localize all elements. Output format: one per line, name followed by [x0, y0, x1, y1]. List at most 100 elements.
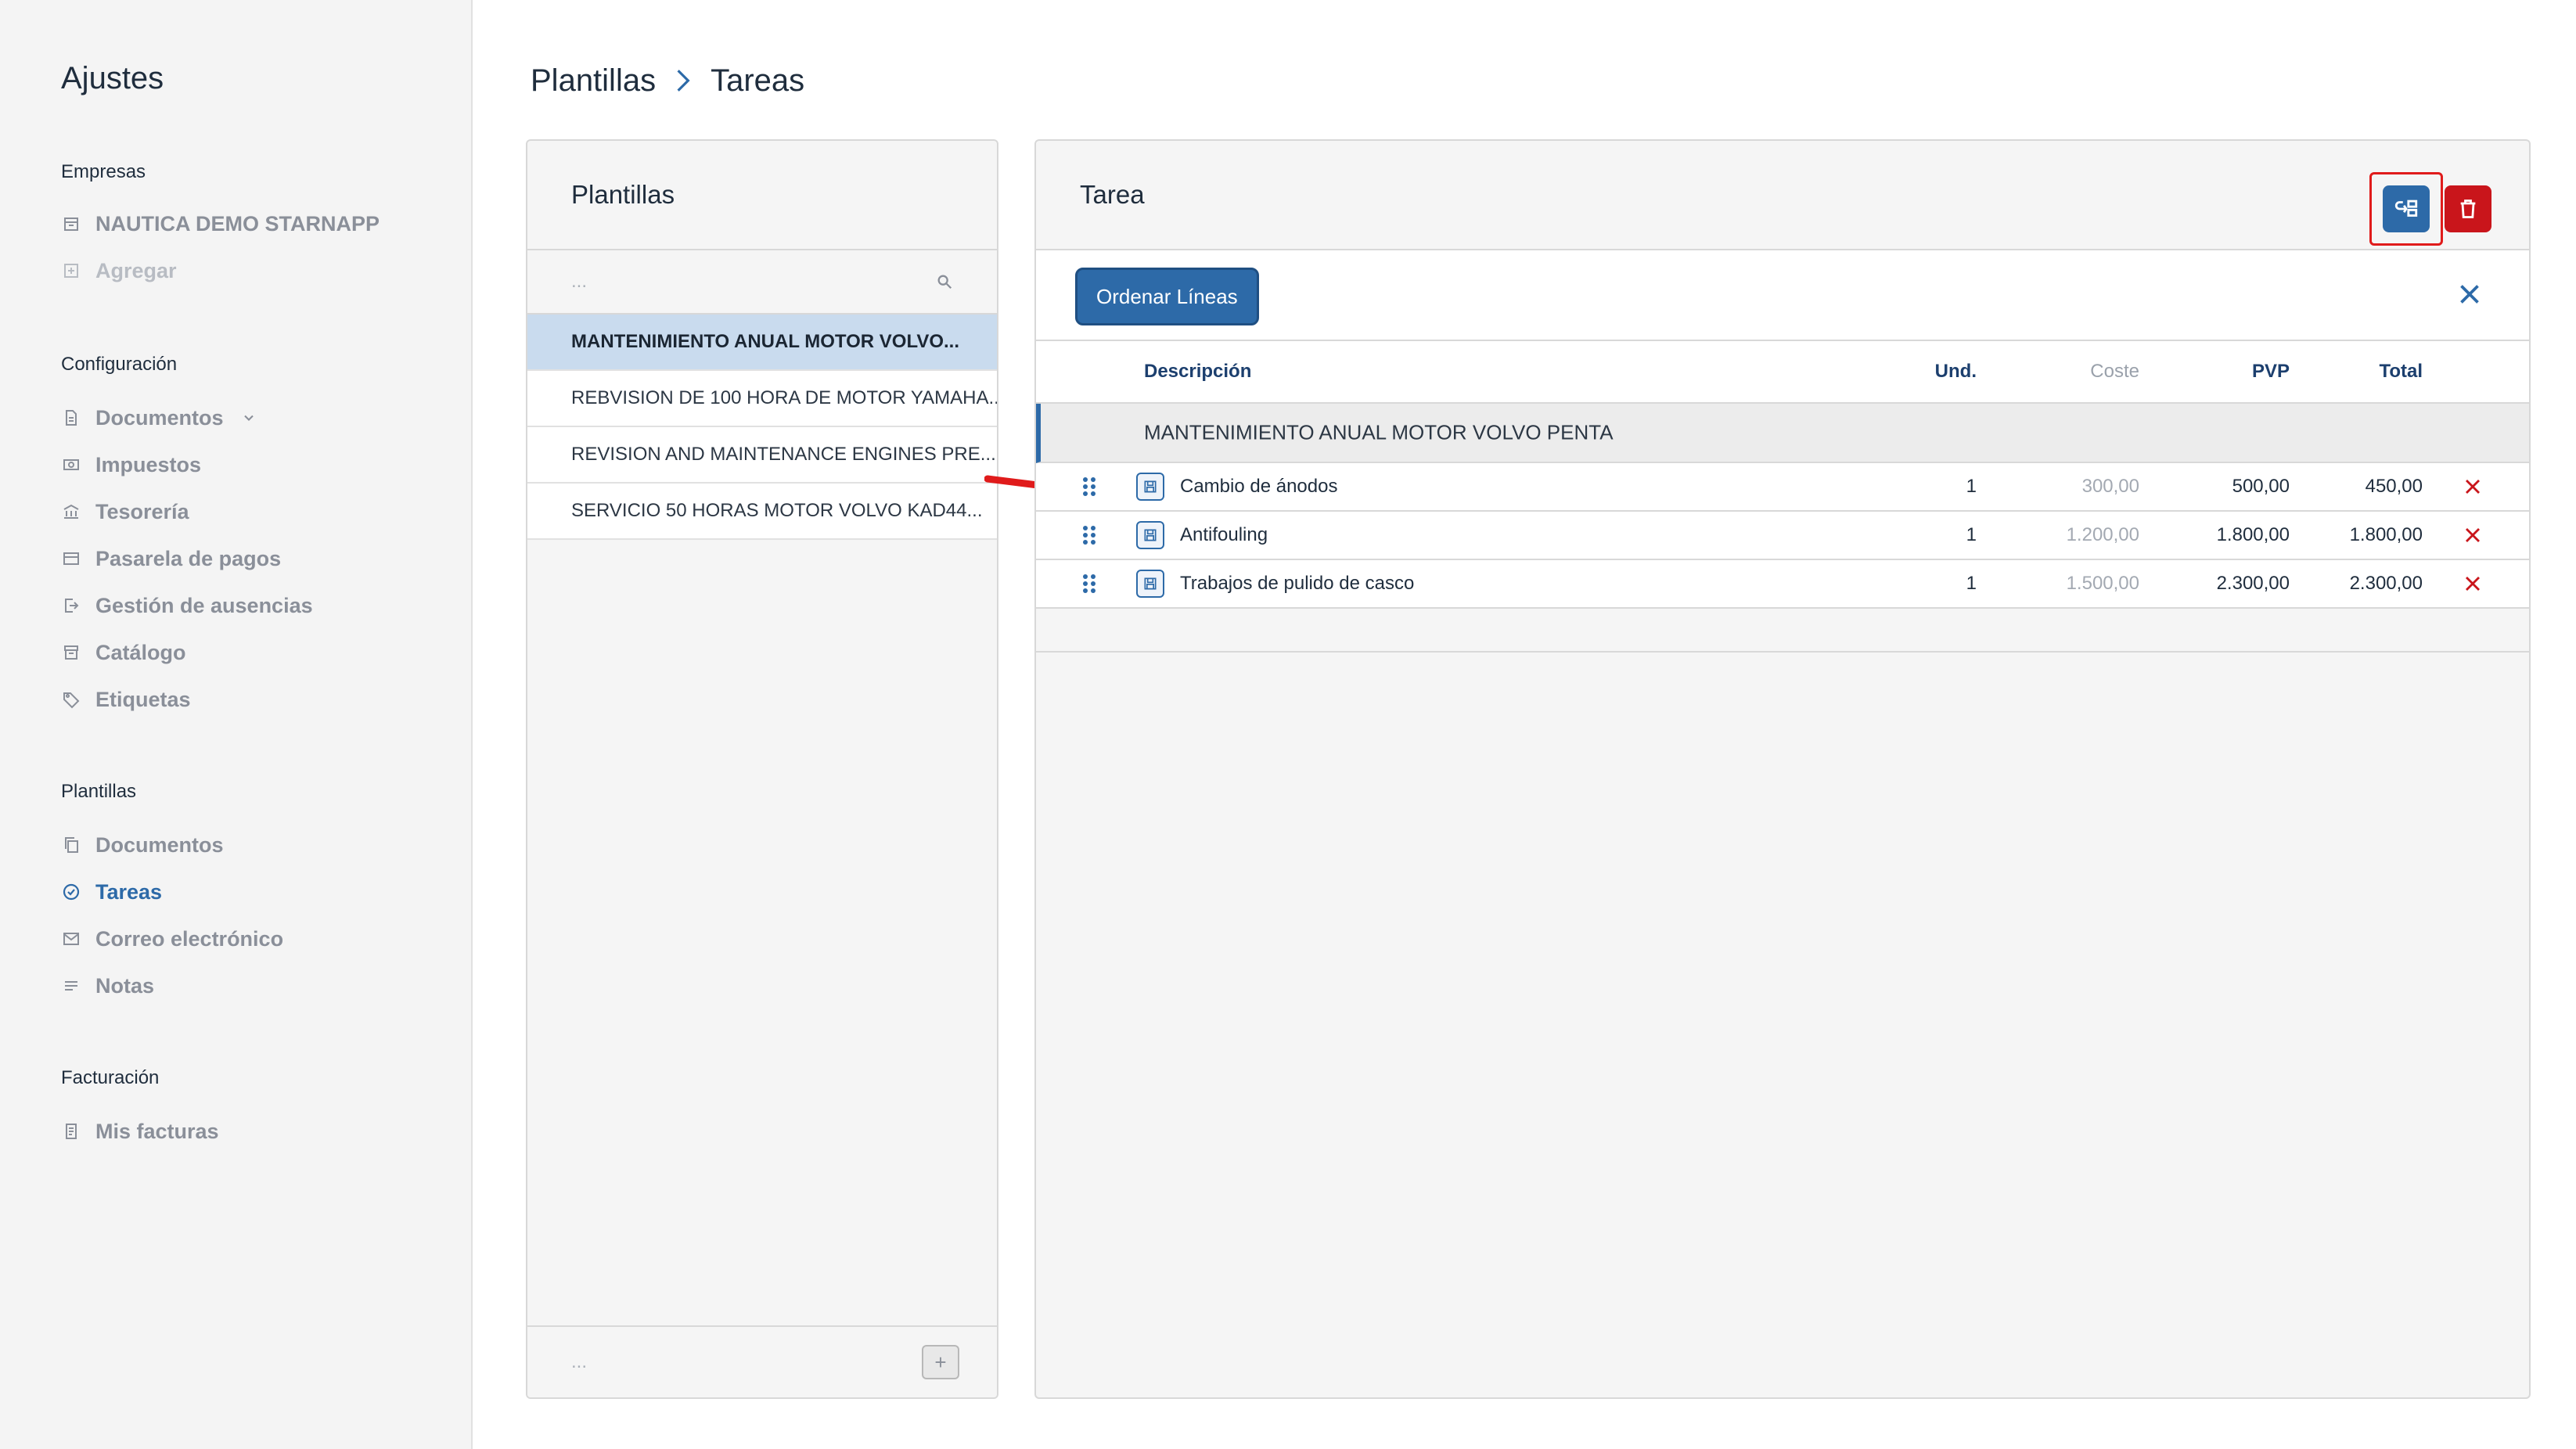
task-toolbar: Ordenar Líneas: [1036, 250, 2529, 341]
sidebar-item-label: Pasarela de pagos: [95, 546, 282, 570]
delete-task-button[interactable]: [2445, 185, 2491, 232]
templates-list: MANTENIMIENTO ANUAL MOTOR VOLVO... REBVI…: [527, 315, 997, 540]
money-icon: [61, 455, 81, 475]
cell-pvp: 500,00: [2232, 476, 2290, 497]
cell-coste: 1.200,00: [2066, 524, 2139, 545]
task-panel-header: Tarea: [1036, 141, 2529, 250]
highlight-frame: [2369, 172, 2443, 246]
sidebar-item-label: Notas: [95, 973, 155, 998]
sidebar-item-mis-facturas[interactable]: Mis facturas: [61, 1116, 219, 1147]
breadcrumb-parent[interactable]: Plantillas: [531, 63, 656, 99]
column-header-und: Und.: [1934, 361, 1977, 382]
sidebar-item-label: Gestión de ausencias: [95, 593, 313, 617]
sidebar-item-label: Documentos: [95, 832, 224, 857]
sidebar-item-documentos[interactable]: Documentos: [61, 402, 257, 433]
template-item[interactable]: REBVISION DE 100 HORA DE MOTOR YAMAHA...: [527, 371, 997, 427]
table-row[interactable]: Cambio de ánodos 1 300,00 500,00 450,00: [1036, 463, 2529, 512]
templates-search[interactable]: ...: [527, 250, 997, 315]
templates-panel-title: Plantillas: [527, 141, 997, 250]
section-empresas: Empresas: [61, 161, 146, 182]
cell-pvp: 2.300,00: [2216, 573, 2290, 594]
delete-line-icon[interactable]: [2463, 574, 2482, 593]
exit-icon: [61, 595, 81, 616]
sidebar-item-label: Tareas: [95, 879, 163, 904]
copy-icon: [61, 835, 81, 855]
delete-line-icon[interactable]: [2463, 477, 2482, 496]
sidebar-item-tesoreria[interactable]: Tesorería: [61, 496, 189, 527]
sidebar-item-plantillas-tareas[interactable]: Tareas: [61, 876, 162, 908]
product-icon: [1136, 521, 1164, 549]
column-header-descripcion: Descripción: [1144, 361, 1252, 382]
sidebar-item-label: Catálogo: [95, 640, 186, 664]
breadcrumb: Plantillas Tareas: [531, 61, 804, 100]
search-icon[interactable]: [936, 273, 953, 290]
template-item[interactable]: REVISION AND MAINTENANCE ENGINES PRE...: [527, 427, 997, 484]
sidebar-item-label: Tesorería: [95, 499, 189, 523]
sidebar-item-label: Etiquetas: [95, 687, 191, 711]
tag-icon: [61, 689, 81, 710]
sidebar-item-impuestos[interactable]: Impuestos: [61, 449, 201, 480]
drag-handle-icon[interactable]: [1081, 476, 1097, 498]
chevron-down-icon[interactable]: [241, 410, 257, 426]
cell-coste: 300,00: [2081, 476, 2139, 497]
cell-total: 2.300,00: [2349, 573, 2423, 594]
building-icon: [61, 214, 81, 234]
mail-icon: [61, 929, 81, 949]
add-template-button[interactable]: +: [922, 1345, 959, 1379]
reorder-lines-button[interactable]: [2383, 185, 2430, 232]
sidebar-item-catalogo[interactable]: Catálogo: [61, 637, 186, 668]
order-lines-button[interactable]: Ordenar Líneas: [1075, 268, 1259, 325]
cell-total: 1.800,00: [2349, 524, 2423, 545]
cell-und: 1: [1966, 476, 1977, 497]
table-row[interactable]: Antifouling 1 1.200,00 1.800,00 1.800,00: [1036, 512, 2529, 560]
section-facturacion: Facturación: [61, 1067, 160, 1088]
sidebar-item-empresa[interactable]: NAUTICA DEMO STARNAPP: [61, 208, 380, 239]
sidebar-item-etiquetas[interactable]: Etiquetas: [61, 684, 191, 715]
delete-line-icon[interactable]: [2463, 526, 2482, 545]
template-item[interactable]: MANTENIMIENTO ANUAL MOTOR VOLVO...: [527, 315, 997, 371]
cell-und: 1: [1966, 524, 1977, 545]
column-header-total: Total: [2379, 361, 2423, 382]
sidebar-item-plantillas-documentos[interactable]: Documentos: [61, 829, 224, 861]
sidebar-item-agregar[interactable]: Agregar: [61, 255, 177, 286]
reorder-icon: [2394, 200, 2418, 217]
cell-descripcion: Trabajos de pulido de casco: [1180, 573, 1415, 594]
task-actions: [2369, 172, 2491, 246]
table-row[interactable]: Trabajos de pulido de casco 1 1.500,00 2…: [1036, 560, 2529, 609]
column-header-pvp: PVP: [2251, 361, 2290, 382]
drag-handle-icon[interactable]: [1081, 524, 1097, 546]
cell-descripcion: Antifouling: [1180, 524, 1268, 545]
cell-und: 1: [1966, 573, 1977, 594]
close-icon[interactable]: [2455, 280, 2484, 308]
sidebar-item-ausencias[interactable]: Gestión de ausencias: [61, 590, 313, 621]
sidebar-item-label: Correo electrónico: [95, 926, 284, 951]
template-item[interactable]: SERVICIO 50 HORAS MOTOR VOLVO KAD44...: [527, 484, 997, 540]
task-panel-title: Tarea: [1080, 180, 1145, 209]
sidebar-item-label: NAUTICA DEMO STARNAPP: [95, 211, 380, 236]
bank-icon: [61, 502, 81, 522]
archive-icon: [61, 642, 81, 663]
sidebar-item-plantillas-correo[interactable]: Correo electrónico: [61, 923, 283, 955]
check-circle-icon: [61, 882, 81, 902]
task-panel: Tarea Ordenar Líneas Descripción Und. Co…: [1034, 139, 2531, 1399]
lines-table-header: Descripción Und. Coste PVP Total: [1036, 341, 2529, 404]
footer-text: ...: [571, 1351, 588, 1372]
sidebar-item-plantillas-notas[interactable]: Notas: [61, 970, 154, 1001]
group-row[interactable]: MANTENIMIENTO ANUAL MOTOR VOLVO PENTA: [1036, 404, 2529, 463]
product-icon: [1136, 570, 1164, 598]
search-input[interactable]: ...: [571, 271, 587, 293]
card-icon: [61, 548, 81, 569]
sidebar-item-label: Mis facturas: [95, 1119, 219, 1143]
cell-coste: 1.500,00: [2066, 573, 2139, 594]
templates-footer: ... +: [527, 1325, 997, 1397]
sidebar-item-pasarela[interactable]: Pasarela de pagos: [61, 543, 281, 574]
trash-icon: [2460, 200, 2476, 218]
section-configuracion: Configuración: [61, 354, 178, 375]
cell-total: 450,00: [2365, 476, 2423, 497]
plus-square-icon: [61, 261, 81, 281]
document-icon: [61, 408, 81, 428]
settings-sidebar: Ajustes Empresas NAUTICA DEMO STARNAPP A…: [0, 0, 473, 1449]
group-title: MANTENIMIENTO ANUAL MOTOR VOLVO PENTA: [1144, 420, 1614, 444]
drag-handle-icon[interactable]: [1081, 573, 1097, 595]
sidebar-title: Ajustes: [61, 61, 164, 95]
